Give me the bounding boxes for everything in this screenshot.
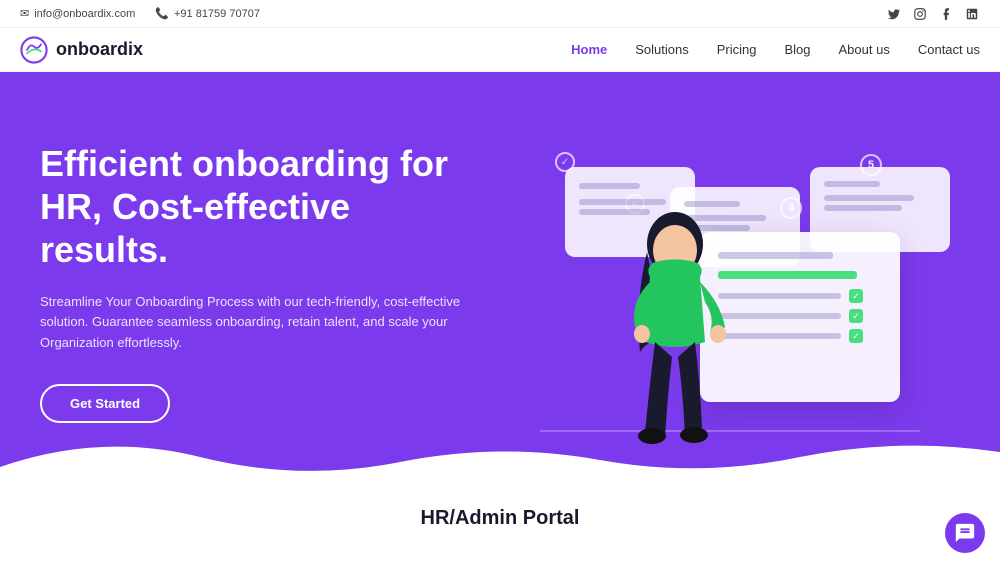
twitter-icon[interactable] [886,6,902,22]
chat-icon [954,522,976,544]
hero-title: Efficient onboarding for HR, Cost-effect… [40,142,480,272]
hero-content: Efficient onboarding for HR, Cost-effect… [40,112,540,423]
nav-links: Home Solutions Pricing Blog About us Con… [571,42,980,57]
bottom-section: HR/Admin Portal [0,492,1000,563]
email-info: ✉ info@onboardix.com [20,7,135,20]
navbar: onboardix Home Solutions Pricing Blog Ab… [0,28,1000,72]
hr-portal-title: HR/Admin Portal [421,507,580,530]
linkedin-icon[interactable] [964,6,980,22]
get-started-button[interactable]: Get Started [40,384,170,423]
hero-subtitle: Streamline Your Onboarding Process with … [40,292,470,354]
social-links [886,6,980,22]
email-text: info@onboardix.com [34,8,135,20]
person-illustration [590,182,760,482]
nav-solutions[interactable]: Solutions [635,42,688,57]
logo-text: onboardix [56,39,143,60]
topbar: ✉ info@onboardix.com 📞 +91 81759 70707 [0,0,1000,28]
hero-illustration: ✓ ✓ 3 4 5 [500,92,980,482]
nav-contact[interactable]: Contact us [918,42,980,57]
hero-section: Efficient onboarding for HR, Cost-effect… [0,72,1000,492]
nav-home[interactable]: Home [571,42,607,57]
phone-info: 📞 +91 81759 70707 [155,7,260,20]
chat-button[interactable] [945,513,985,553]
instagram-icon[interactable] [912,6,928,22]
nav-about[interactable]: About us [839,42,890,57]
wave-shape [0,432,1000,492]
logo[interactable]: onboardix [20,36,143,64]
email-icon: ✉ [20,7,29,20]
nav-blog[interactable]: Blog [784,42,810,57]
logo-icon [20,36,48,64]
phone-text: +91 81759 70707 [174,8,260,20]
phone-icon: 📞 [155,7,169,20]
topbar-left: ✉ info@onboardix.com 📞 +91 81759 70707 [20,7,260,20]
facebook-icon[interactable] [938,6,954,22]
nav-pricing[interactable]: Pricing [717,42,757,57]
